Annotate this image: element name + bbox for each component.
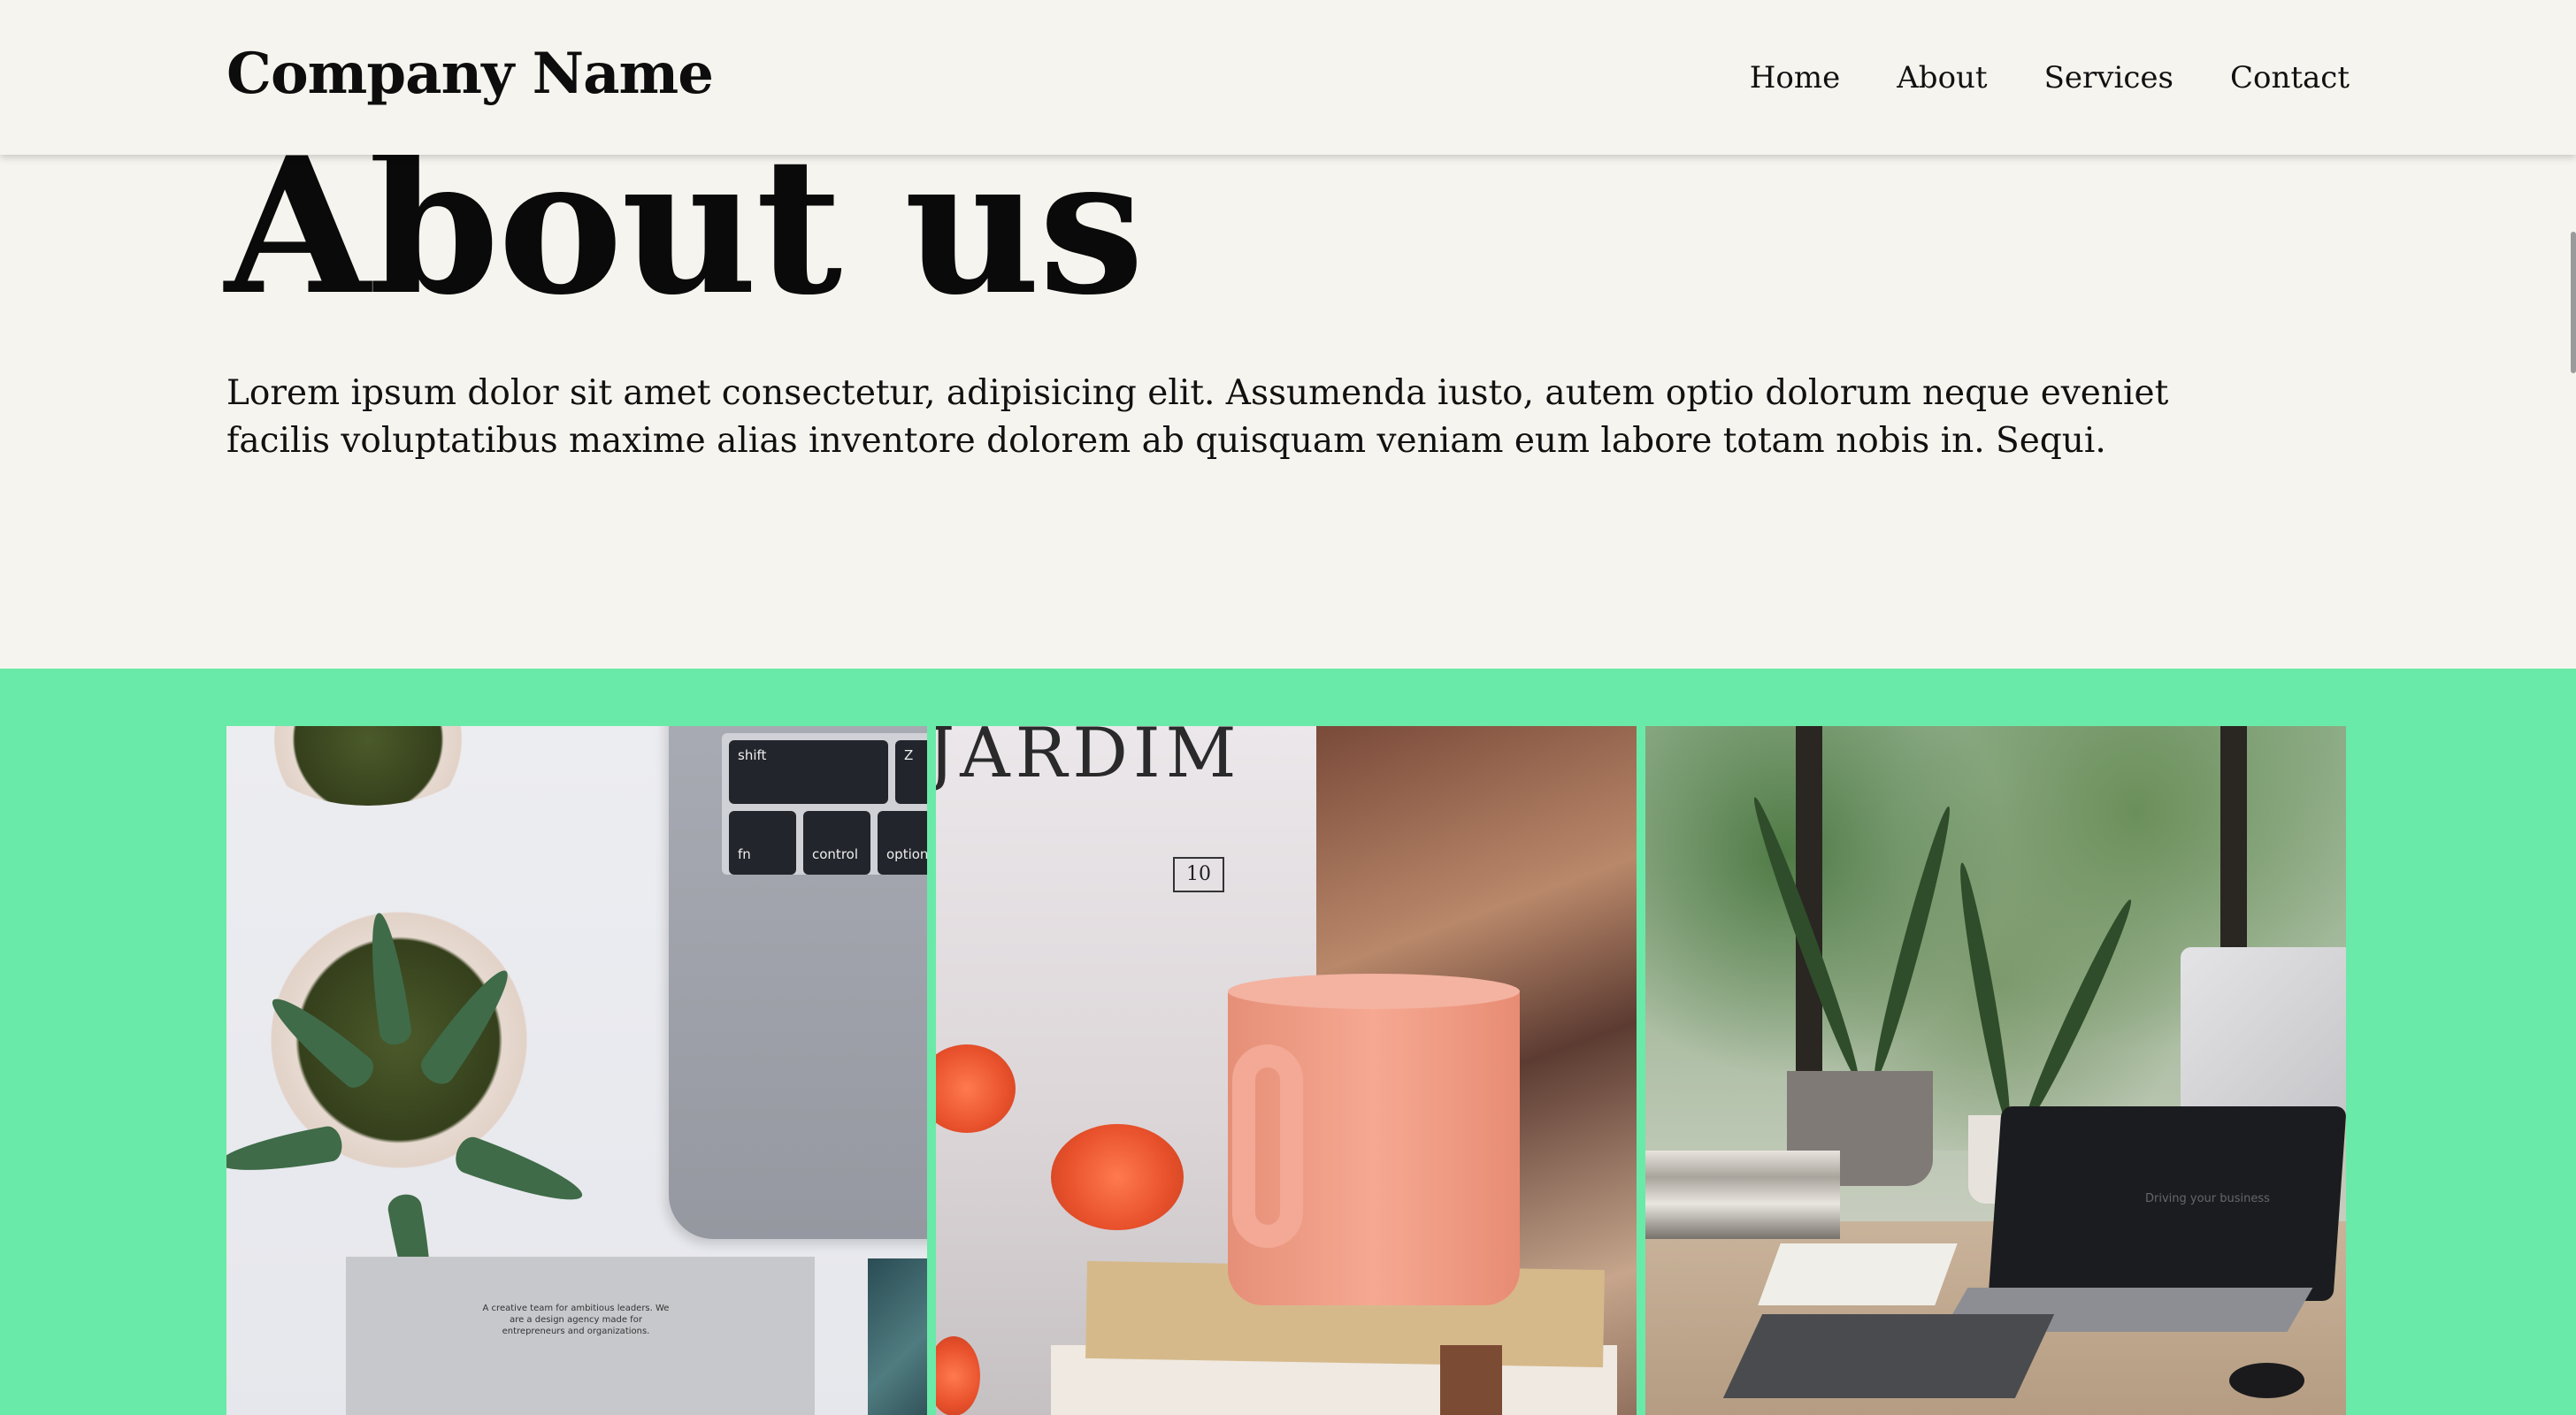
succulent-leaf: [226, 1124, 345, 1182]
page-title: About us: [225, 116, 1144, 336]
photo-gallery: shift Z fn control option A creative tea…: [0, 669, 2576, 1415]
rose-flower: [1051, 1124, 1184, 1230]
laptop-screen-text: Driving your business: [2145, 1192, 2270, 1205]
book-pile: [1645, 1151, 1840, 1239]
key-z: Z: [895, 740, 927, 804]
plant-pot-top: [253, 726, 483, 806]
site-header: Company Name Home About Services Contact: [0, 0, 2576, 155]
mug-rim: [1228, 974, 1520, 1009]
nav-services-link[interactable]: Services: [2044, 60, 2174, 96]
gallery-photo-desk-plant: shift Z fn control option A creative tea…: [226, 726, 927, 1415]
photo-row: shift Z fn control option A creative tea…: [226, 726, 2346, 1415]
nav-home-link[interactable]: Home: [1750, 60, 1840, 96]
magazine-title: JARDIM: [936, 726, 1242, 793]
mug-handle: [1232, 1044, 1303, 1248]
key-fn: fn: [729, 811, 796, 875]
open-magazine: [1758, 1243, 1958, 1305]
computer-mouse: [2229, 1363, 2304, 1398]
drawing-tablet: [1722, 1314, 2055, 1398]
magazine-number: 10: [1173, 857, 1224, 892]
succulent-leaf: [450, 1133, 589, 1214]
intro-paragraph: Lorem ipsum dolor sit amet consectetur, …: [226, 373, 2169, 461]
brand-logo[interactable]: Company Name: [226, 41, 714, 107]
key-control: control: [803, 811, 870, 875]
gallery-photo-pink-mug: JARDIM 10: [936, 726, 1637, 1415]
nav-contact-link[interactable]: Contact: [2230, 60, 2350, 96]
nav-about-link[interactable]: About: [1897, 60, 1987, 96]
leather-strap: [1440, 1345, 1502, 1415]
imac: [2181, 947, 2346, 1124]
marble-notebook: [868, 1258, 927, 1415]
keyboard: shift Z fn control option: [722, 733, 927, 875]
gallery-photo-workspace: Driving your business: [1645, 726, 2346, 1415]
key-shift: shift: [729, 740, 888, 804]
main-nav: Home About Services Contact: [1750, 60, 2350, 96]
scrollbar-thumb[interactable]: [2571, 232, 2576, 373]
business-card-text: A creative team for ambitious leaders. W…: [482, 1304, 670, 1336]
key-option: option: [878, 811, 927, 875]
